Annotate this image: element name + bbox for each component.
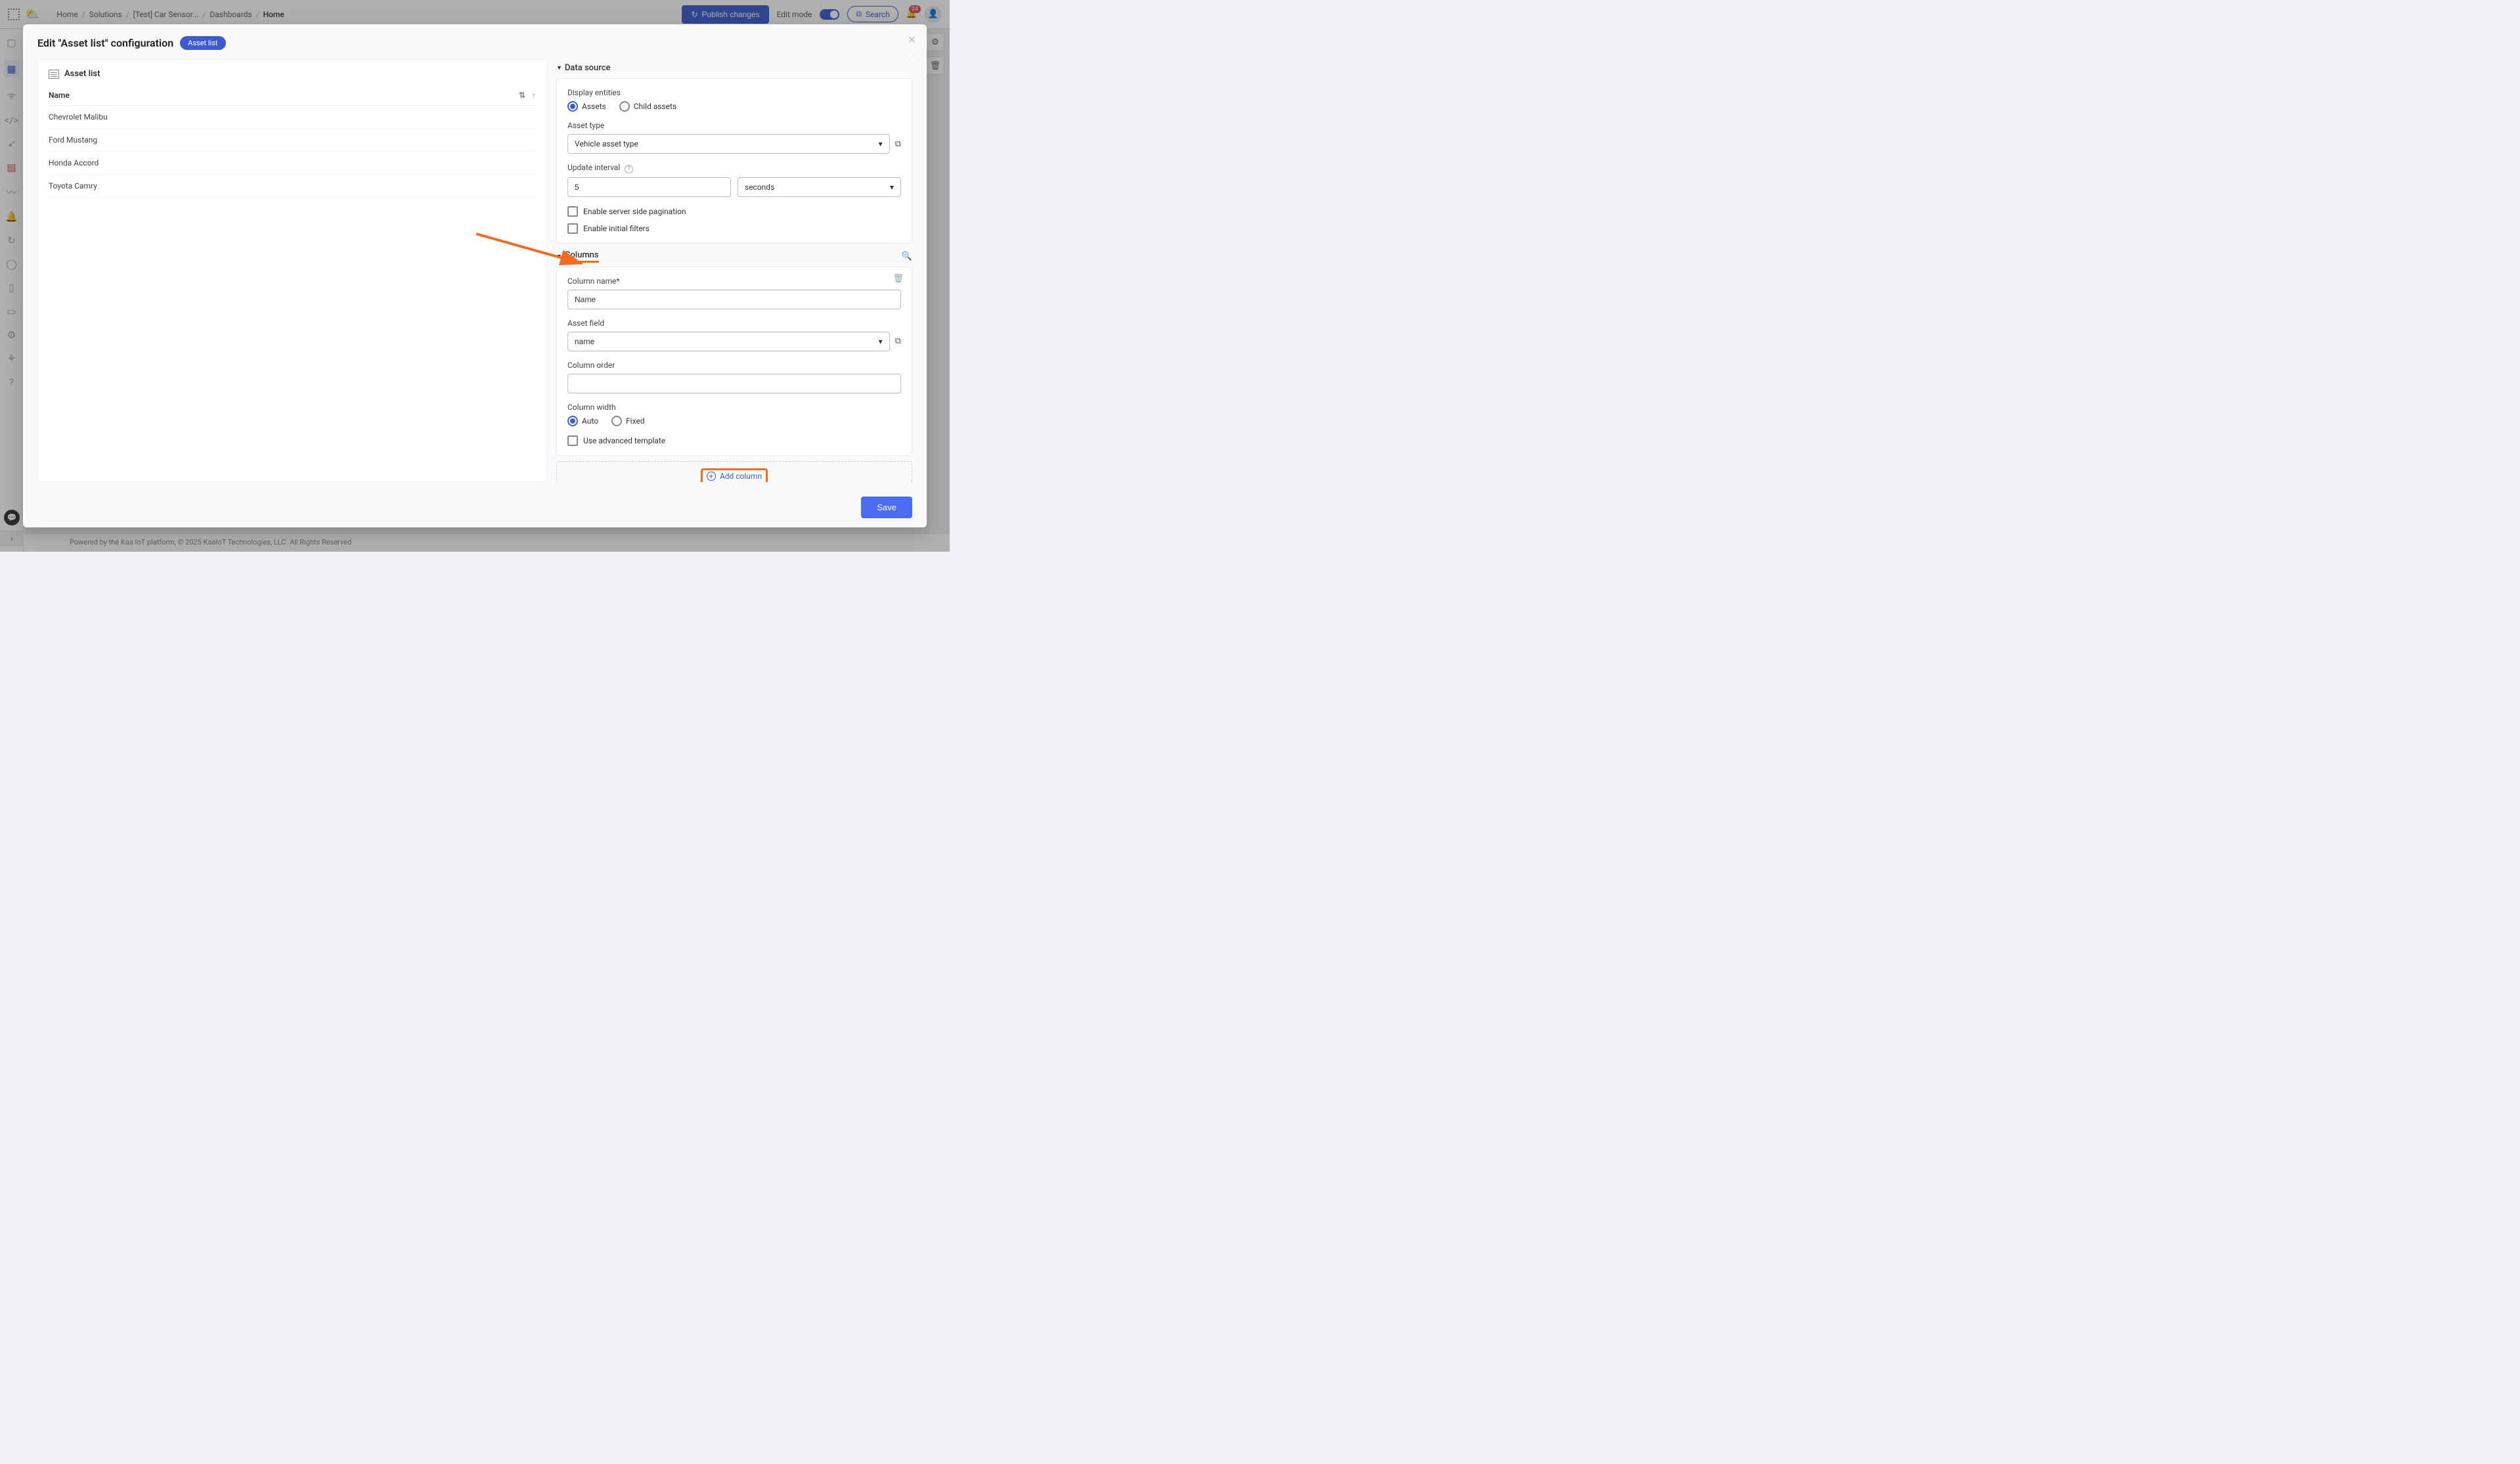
widget-title: Asset list (64, 69, 100, 79)
modal-title: Edit "Asset list" configuration (37, 37, 173, 49)
update-interval-unit-select[interactable]: seconds ▾ (738, 177, 901, 197)
table-row[interactable]: Toyota Camry (49, 175, 536, 198)
data-source-panel: Display entities Assets Child assets Ass… (556, 78, 912, 244)
table-row[interactable]: Honda Accord (49, 152, 536, 175)
save-button[interactable]: Save (861, 497, 912, 518)
column-header-name[interactable]: Name (49, 91, 70, 100)
plus-icon: + (707, 472, 716, 481)
chevron-down-icon: ▾ (879, 139, 883, 148)
width-auto-radio[interactable]: Auto (567, 416, 598, 426)
chevron-down-icon: ▾ (890, 183, 894, 192)
table-row[interactable]: Chevrolet Malibu (49, 106, 536, 129)
caret-down-icon: ▼ (556, 253, 562, 260)
add-column-button[interactable]: + Add column (707, 472, 762, 481)
update-interval-input[interactable] (567, 177, 731, 197)
width-fixed-radio[interactable]: Fixed (611, 416, 645, 426)
column-name-input[interactable] (567, 290, 901, 309)
asset-field-select[interactable]: name ▾ (567, 332, 890, 351)
enable-server-side-checkbox[interactable]: Enable server side pagination (567, 206, 901, 217)
column-order-label: Column order (567, 361, 901, 370)
column-config-card: 🗑 Column name* Asset field name ▾ ⧉ (556, 267, 912, 456)
copy-icon[interactable]: ⧉ (895, 336, 901, 346)
asset-type-select[interactable]: Vehicle asset type ▾ (567, 134, 890, 154)
column-name-label: Column name* (567, 277, 901, 286)
resize-handle-bottom[interactable]: ⋰ (916, 516, 923, 523)
add-column-container: + Add column (556, 461, 912, 483)
data-source-section-header[interactable]: ▼ Data source (556, 63, 912, 73)
preview-pane: Asset list Name ⇅ ↑ Chevrolet Malibu For… (37, 59, 547, 482)
list-icon (49, 70, 59, 79)
column-width-label: Column width (567, 403, 901, 412)
use-advanced-template-checkbox[interactable]: Use advanced template (567, 435, 901, 446)
chevron-down-icon: ▾ (879, 337, 883, 346)
help-icon[interactable]: ? (625, 165, 633, 173)
update-interval-label: Update interval ? (567, 163, 901, 173)
delete-column-button[interactable]: 🗑 (893, 274, 904, 284)
widget-type-badge: Asset list (180, 36, 225, 50)
table-row[interactable]: Ford Mustang (49, 129, 536, 152)
sort-icon[interactable]: ↑ (532, 91, 536, 100)
column-order-input[interactable] (567, 374, 901, 393)
columns-search-icon[interactable]: 🔍 (902, 252, 912, 261)
caret-down-icon: ▼ (556, 64, 562, 72)
asset-type-label: Asset type (567, 121, 901, 130)
columns-section-header[interactable]: ▼ Columns (556, 250, 599, 263)
assets-radio[interactable]: Assets (567, 101, 606, 112)
config-modal: ✕ ⋰ Edit "Asset list" configuration Asse… (23, 24, 927, 527)
filter-icon[interactable]: ⇅ (519, 91, 525, 100)
child-assets-radio[interactable]: Child assets (619, 101, 676, 112)
config-pane[interactable]: ▼ Data source Display entities Assets Ch… (556, 59, 917, 482)
copy-icon[interactable]: ⧉ (895, 139, 901, 149)
asset-field-label: Asset field (567, 319, 901, 328)
enable-initial-filters-checkbox[interactable]: Enable initial filters (567, 223, 901, 234)
modal-close-button[interactable]: ✕ (908, 33, 916, 46)
display-entities-label: Display entities (567, 88, 901, 97)
